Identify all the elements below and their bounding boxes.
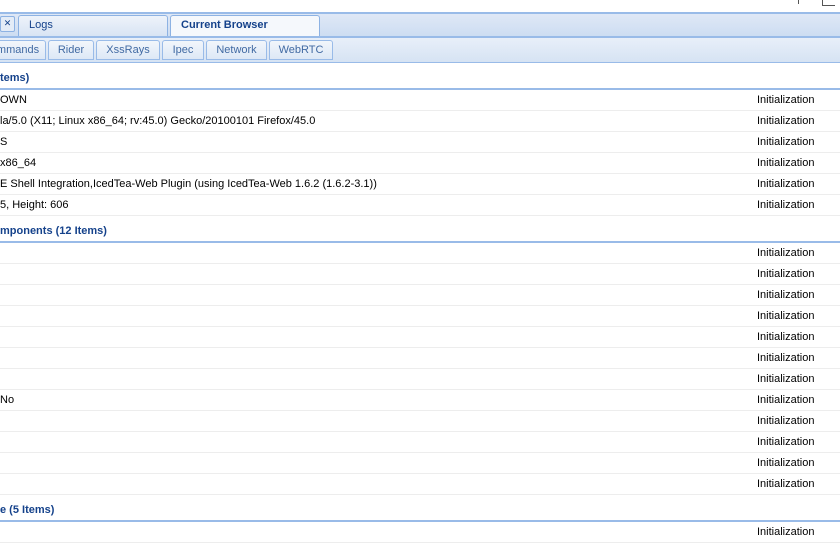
table-row[interactable]: 5, Height: 606 Initialization — [0, 195, 840, 216]
group-header-label: e (5 Items) — [0, 504, 55, 516]
row-value: S — [0, 136, 8, 148]
row-source: Initialization — [757, 352, 815, 364]
table-row[interactable]: la/5.0 (X11; Linux x86_64; rv:45.0) Geck… — [0, 111, 840, 132]
group-header[interactable]: tems) — [0, 63, 840, 90]
tab-commands[interactable]: mmands — [0, 40, 46, 60]
table-row[interactable]: E Shell Integration,IcedTea-Web Plugin (… — [0, 174, 840, 195]
row-source: Initialization — [757, 247, 815, 259]
table-row[interactable]: Initialization — [0, 243, 840, 264]
sub-tab-bar: mmands Rider XssRays Ipec Network WebRTC — [0, 38, 840, 62]
row-source: Initialization — [757, 199, 815, 211]
row-source: Initialization — [757, 289, 815, 301]
row-source: Initialization — [757, 373, 815, 385]
row-source: Initialization — [757, 457, 815, 469]
table-row[interactable]: Initialization — [0, 369, 840, 390]
table-row[interactable]: Initialization — [0, 306, 840, 327]
tab-network[interactable]: Network — [206, 40, 267, 60]
group-header[interactable]: mponents (12 Items) — [0, 216, 840, 243]
row-source: Initialization — [757, 415, 815, 427]
table-row[interactable]: No Initialization — [0, 390, 840, 411]
table-row[interactable]: Initialization — [0, 411, 840, 432]
tab-rider[interactable]: Rider — [48, 40, 94, 60]
row-value: E Shell Integration,IcedTea-Web Plugin (… — [0, 178, 377, 190]
row-source: Initialization — [757, 310, 815, 322]
row-source: Initialization — [757, 436, 815, 448]
table-row[interactable]: Initialization — [0, 348, 840, 369]
tab-ipec[interactable]: Ipec — [162, 40, 204, 60]
table-row[interactable]: Initialization — [0, 453, 840, 474]
tab-logs[interactable]: Logs — [18, 15, 168, 36]
row-source: Initialization — [757, 331, 815, 343]
table-row[interactable]: Initialization — [0, 327, 840, 348]
row-value: 5, Height: 606 — [0, 199, 69, 211]
row-source: Initialization — [757, 478, 815, 490]
row-source: Initialization — [757, 526, 815, 538]
group-header[interactable]: e (5 Items) — [0, 495, 840, 522]
table-row[interactable]: S Initialization — [0, 132, 840, 153]
main-tab-bar: ✕ Logs Current Browser — [0, 14, 840, 36]
row-source: Initialization — [757, 94, 815, 106]
table-row[interactable]: x86_64 Initialization — [0, 153, 840, 174]
row-source: Initialization — [757, 178, 815, 190]
window-control[interactable] — [822, 0, 835, 6]
table-row[interactable]: Initialization — [0, 285, 840, 306]
row-source: Initialization — [757, 394, 815, 406]
group-header-label: mponents (12 Items) — [0, 225, 107, 237]
table-row[interactable]: Initialization — [0, 474, 840, 495]
tab-xssrays[interactable]: XssRays — [96, 40, 160, 60]
table-row[interactable]: Initialization — [0, 432, 840, 453]
row-value: la/5.0 (X11; Linux x86_64; rv:45.0) Geck… — [0, 115, 316, 127]
row-source: Initialization — [757, 115, 815, 127]
window-control[interactable] — [790, 0, 799, 4]
row-value: x86_64 — [0, 157, 37, 169]
row-source: Initialization — [757, 136, 815, 148]
group-header-label: tems) — [0, 72, 30, 84]
details-grid: tems) OWN Initialization la/5.0 (X11; Linux… — [0, 63, 840, 543]
row-source: Initialization — [757, 157, 815, 169]
row-value: No — [0, 394, 15, 406]
row-value: OWN — [0, 94, 27, 106]
row-source: Initialization — [757, 268, 815, 280]
tab-webrtc[interactable]: WebRTC — [269, 40, 333, 60]
table-row[interactable]: OWN Initialization — [0, 90, 840, 111]
table-row[interactable]: Initialization — [0, 264, 840, 285]
tab-current-browser[interactable]: Current Browser — [170, 15, 320, 36]
close-icon[interactable]: ✕ — [0, 16, 15, 32]
top-strip — [0, 0, 840, 14]
